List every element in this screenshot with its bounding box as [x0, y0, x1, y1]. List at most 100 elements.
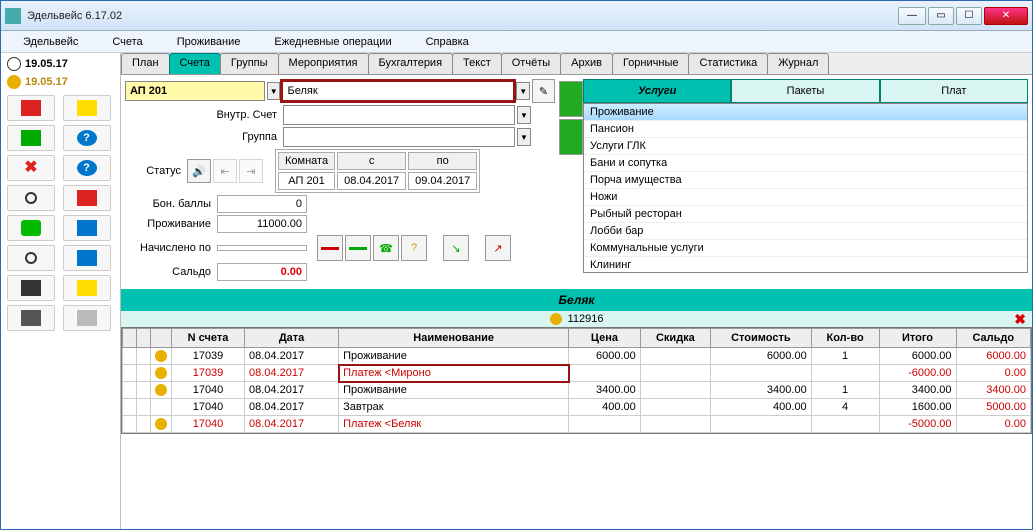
- tab-groups[interactable]: Группы: [220, 53, 279, 74]
- btn-bar-red[interactable]: [317, 235, 343, 261]
- guest-header-bar: Беляк: [121, 289, 1032, 311]
- table-row[interactable]: 1704008.04.2017Завтрак400.00400.0041600.…: [123, 399, 1031, 416]
- svc-item[interactable]: Ножи: [584, 189, 1027, 206]
- tab-archive[interactable]: Архив: [560, 53, 613, 74]
- svc-tab-services[interactable]: Услуги: [583, 79, 731, 103]
- coin-icon: [7, 75, 21, 89]
- status-label: Статус: [125, 165, 185, 177]
- svc-item[interactable]: Коммунальные услуги: [584, 240, 1027, 257]
- accrued-value: [217, 245, 307, 251]
- tool-payment[interactable]: [63, 275, 111, 301]
- guest-dd[interactable]: ▼: [516, 82, 529, 100]
- app-icon: [5, 8, 21, 24]
- tab-accounting[interactable]: Бухгалтерия: [368, 53, 454, 74]
- minimize-button[interactable]: —: [898, 7, 926, 25]
- app-window: Эдельвейс 6.17.02 — ▭ ☐ ✕ Эдельвейс Счет…: [0, 0, 1033, 530]
- btn-bar-green[interactable]: [345, 235, 371, 261]
- tool-phone-help[interactable]: ?: [63, 125, 111, 151]
- table-row[interactable]: 1703908.04.2017Платеж <Мироно-6000.000.0…: [123, 365, 1031, 382]
- svc-item[interactable]: Клининг: [584, 257, 1027, 273]
- tab-reports[interactable]: Отчёты: [501, 53, 561, 74]
- menu-help[interactable]: Справка: [410, 34, 485, 50]
- balance-value: 0.00: [217, 263, 307, 281]
- tool-search[interactable]: [7, 185, 55, 211]
- btn-phone-green[interactable]: ☎: [373, 235, 399, 261]
- menu-stay[interactable]: Проживание: [161, 34, 257, 50]
- service-list[interactable]: Проживание Пансион Услуги ГЛК Бани и соп…: [583, 103, 1028, 273]
- bonus-label: Бон. баллы: [125, 198, 215, 210]
- menubar: Эдельвейс Счета Проживание Ежедневные оп…: [1, 31, 1032, 53]
- service-tabs: Услуги Пакеты Плат: [583, 79, 1028, 103]
- svc-tab-packages[interactable]: Пакеты: [731, 79, 879, 103]
- svc-item[interactable]: Лобби бар: [584, 223, 1027, 240]
- edit-guest-button[interactable]: ✎: [532, 79, 555, 103]
- tab-events[interactable]: Мероприятия: [278, 53, 369, 74]
- svc-tab-payments[interactable]: Плат: [880, 79, 1028, 103]
- inner-account-dd[interactable]: ▼: [517, 106, 531, 124]
- account-id-bar: 112916 ✖: [121, 311, 1032, 327]
- group-dd[interactable]: ▼: [517, 128, 531, 146]
- restore-button[interactable]: ▭: [928, 7, 954, 25]
- tool-phone-green[interactable]: [7, 125, 55, 151]
- btn-phone-out[interactable]: ↗: [485, 235, 511, 261]
- tool-card-yellow[interactable]: [63, 95, 111, 121]
- tool-add[interactable]: [7, 215, 55, 241]
- gold-date: 19.05.17: [3, 73, 118, 91]
- tool-export[interactable]: [63, 305, 111, 331]
- menu-edelweiss[interactable]: Эдельвейс: [7, 34, 94, 50]
- bonus-value: 0: [217, 195, 307, 213]
- tool-card-red[interactable]: [7, 95, 55, 121]
- tool-preview[interactable]: [7, 245, 55, 271]
- stay-label: Проживание: [125, 218, 215, 230]
- menu-daily[interactable]: Ежедневные операции: [258, 34, 407, 50]
- tool-calc[interactable]: [7, 305, 55, 331]
- table-row[interactable]: 1704008.04.2017Платеж <Беляк-5000.000.00: [123, 416, 1031, 433]
- side-btn-2[interactable]: [559, 119, 583, 155]
- menu-accounts[interactable]: Счета: [96, 34, 158, 50]
- tab-plan[interactable]: План: [121, 53, 170, 74]
- inner-account-label: Внутр. Счет: [125, 109, 281, 121]
- svc-item[interactable]: Бани и сопутка: [584, 155, 1027, 172]
- guest-name-field[interactable]: Беляк: [282, 81, 514, 101]
- table-row[interactable]: 1703908.04.2017Проживание6000.006000.001…: [123, 348, 1031, 365]
- tab-accounts[interactable]: Счета: [169, 53, 221, 74]
- tool-swap[interactable]: [63, 245, 111, 271]
- stay-value: 11000.00: [217, 215, 307, 233]
- status-icon[interactable]: 🔊: [187, 159, 211, 183]
- btn-phone-in[interactable]: ↘: [443, 235, 469, 261]
- group-field[interactable]: [283, 127, 515, 147]
- close-button[interactable]: ✕: [984, 7, 1028, 25]
- tool-print[interactable]: [7, 275, 55, 301]
- svc-item[interactable]: Проживание: [584, 104, 1027, 121]
- tab-journal[interactable]: Журнал: [767, 53, 829, 74]
- tab-maids[interactable]: Горничные: [612, 53, 690, 74]
- room-combo-dd[interactable]: ▼: [267, 82, 280, 100]
- clock-date: 19.05.17: [3, 55, 118, 73]
- tab-text[interactable]: Текст: [452, 53, 502, 74]
- btn-phone-help[interactable]: ?: [401, 235, 427, 261]
- tool-refresh[interactable]: [63, 215, 111, 241]
- tab-stats[interactable]: Статистика: [688, 53, 768, 74]
- titlebar: Эдельвейс 6.17.02 — ▭ ☐ ✕: [1, 1, 1032, 31]
- tool-phone-red[interactable]: [63, 185, 111, 211]
- tool-help[interactable]: ?: [63, 155, 111, 181]
- svc-item[interactable]: Пансион: [584, 121, 1027, 138]
- maximize-button[interactable]: ☐: [956, 7, 982, 25]
- group-label: Группа: [125, 131, 281, 143]
- tool-delete[interactable]: ✖: [7, 155, 55, 181]
- nav-next[interactable]: ⇥: [239, 159, 263, 183]
- room-combo[interactable]: АП 201: [125, 81, 265, 101]
- side-btn-1[interactable]: [559, 81, 583, 117]
- transactions-grid[interactable]: N счета Дата Наименование Цена Скидка Ст…: [121, 327, 1032, 434]
- svc-item[interactable]: Рыбный ресторан: [584, 206, 1027, 223]
- coin-icon: [550, 313, 562, 325]
- table-row[interactable]: 1704008.04.2017Проживание3400.003400.001…: [123, 382, 1031, 399]
- svc-item[interactable]: Услуги ГЛК: [584, 138, 1027, 155]
- left-toolbar: 19.05.17 19.05.17 ? ✖ ?: [1, 53, 121, 529]
- nav-prev[interactable]: ⇤: [213, 159, 237, 183]
- close-section-button[interactable]: ✖: [1014, 311, 1026, 328]
- svc-item[interactable]: Порча имущества: [584, 172, 1027, 189]
- clock-icon: [7, 57, 21, 71]
- balance-label: Сальдо: [125, 266, 215, 278]
- inner-account-field[interactable]: [283, 105, 515, 125]
